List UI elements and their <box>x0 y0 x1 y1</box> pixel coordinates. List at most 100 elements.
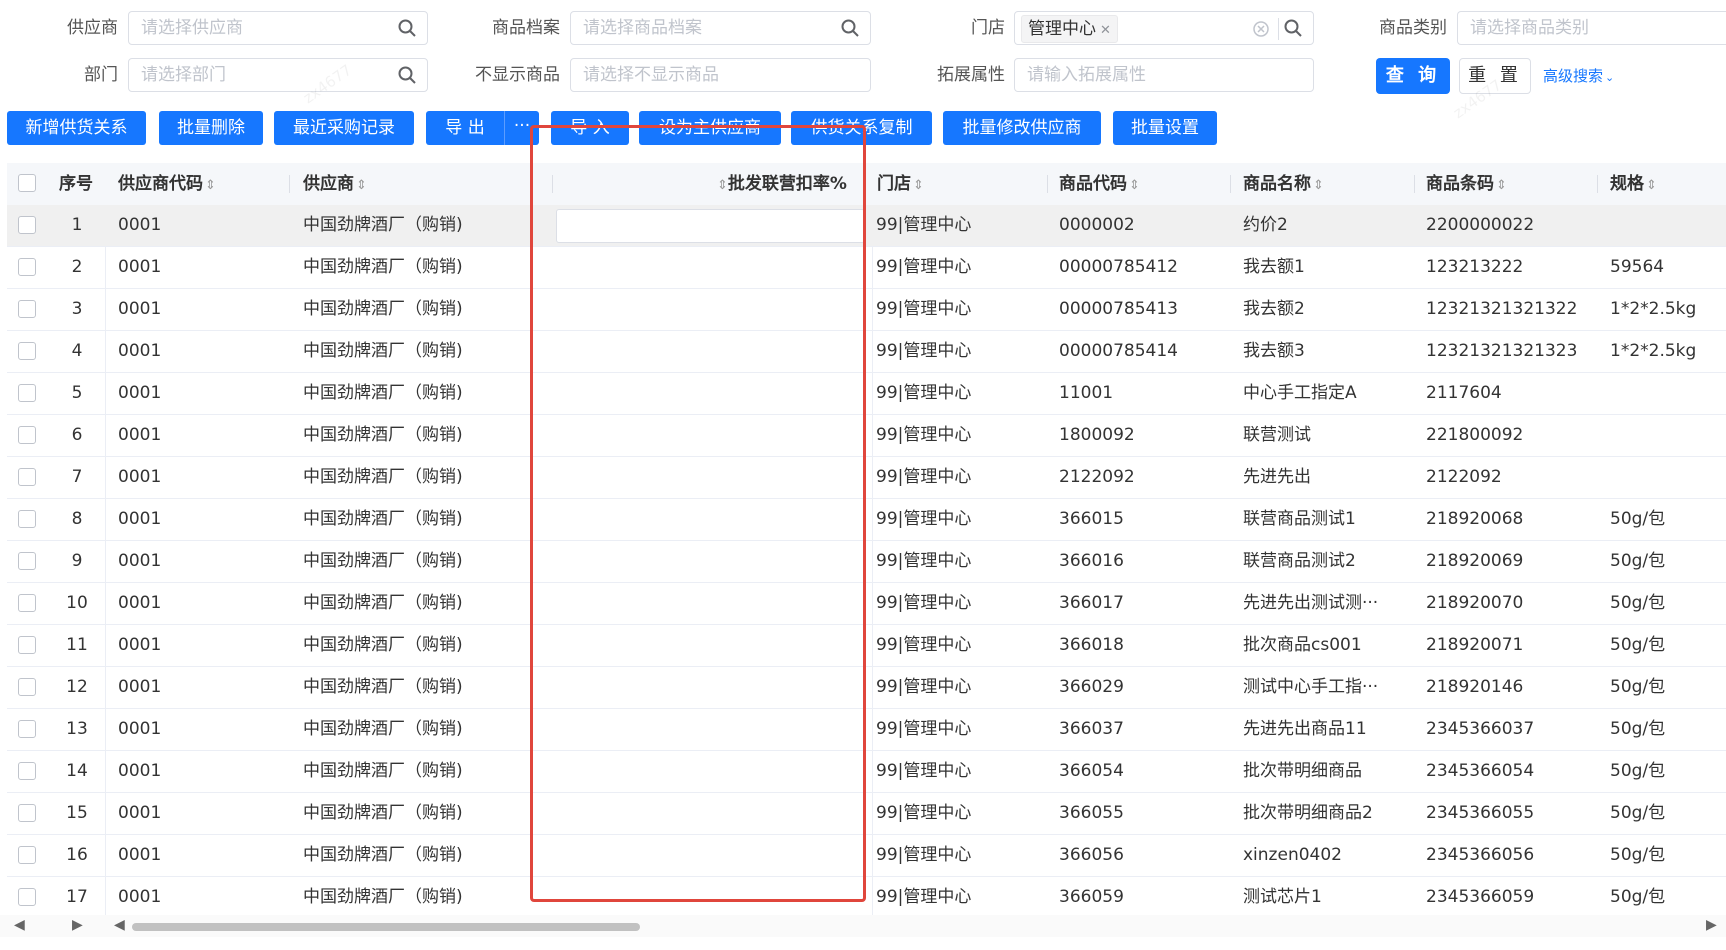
table-row[interactable]: 4 0001 中国劲牌酒厂（购销) 99|管理中心 00000785414 我去额3 123… <box>7 331 1726 373</box>
row-checkbox[interactable] <box>18 636 36 654</box>
header-spec[interactable]: 规格 ⇕ <box>1610 163 1657 205</box>
cell-barcode: 123213222 <box>1426 257 1524 277</box>
table-row[interactable]: 12 0001 中国劲牌酒厂（购销) 99|管理中心 366029 测试中心手工指··· 2… <box>7 667 1726 709</box>
reset-button[interactable]: 重 置 <box>1459 58 1531 94</box>
recent-purchase-button[interactable]: 最近采购记录 <box>274 111 414 145</box>
row-checkbox[interactable] <box>18 678 36 696</box>
add-supply-relation-button[interactable]: 新增供货关系 <box>7 111 146 145</box>
import-button[interactable]: 导 入 <box>551 111 629 145</box>
scroll-left-icon[interactable]: ◀ <box>114 917 125 933</box>
scroll-right-icon[interactable]: ▶ <box>1706 917 1717 933</box>
header-product-code-label: 商品代码 <box>1059 174 1127 194</box>
set-main-supplier-button[interactable]: 设为主供应商 <box>639 111 781 145</box>
sort-icon[interactable]: ⇕ <box>1129 178 1140 193</box>
header-supplier-code[interactable]: 供应商代码 ⇕ <box>118 163 216 205</box>
close-icon[interactable]: ✕ <box>1100 23 1111 38</box>
search-icon[interactable] <box>840 18 860 38</box>
batch-edit-supplier-button[interactable]: 批量修改供应商 <box>943 111 1101 145</box>
row-checkbox[interactable] <box>18 258 36 276</box>
scroll-thumb[interactable] <box>132 923 640 931</box>
header-supplier[interactable]: 供应商 ⇕ <box>303 163 367 205</box>
header-barcode[interactable]: 商品条码 ⇕ <box>1426 163 1507 205</box>
row-checkbox[interactable] <box>18 762 36 780</box>
table-row[interactable]: 16 0001 中国劲牌酒厂（购销) 99|管理中心 366056 xinzen0402 2… <box>7 835 1726 877</box>
row-checkbox[interactable] <box>18 846 36 864</box>
row-checkbox[interactable] <box>18 342 36 360</box>
search-icon[interactable] <box>397 18 417 38</box>
cell-barcode: 218920069 <box>1426 551 1524 571</box>
ext-attr-input[interactable]: 请输入拓展属性 <box>1014 58 1314 92</box>
sort-icon[interactable]: ⇕ <box>205 178 216 193</box>
row-checkbox[interactable] <box>18 426 36 444</box>
scroll-right-icon[interactable]: ▶ <box>72 917 83 933</box>
table-row[interactable]: 3 0001 中国劲牌酒厂（购销) 99|管理中心 00000785413 我去额2 123… <box>7 289 1726 331</box>
table-row[interactable]: 5 0001 中国劲牌酒厂（购销) 99|管理中心 11001 中心手工指定A 211760… <box>7 373 1726 415</box>
table-row[interactable]: 17 0001 中国劲牌酒厂（购销) 99|管理中心 366059 测试芯片1 234536… <box>7 877 1726 919</box>
cell-supplier: 中国劲牌酒厂（购销) <box>303 635 463 655</box>
store-select[interactable]: 管理中心 ✕ <box>1014 11 1314 45</box>
query-button[interactable]: 查 询 <box>1376 58 1450 94</box>
horizontal-scrollbar[interactable]: ◀ ▶ ◀ ▶ <box>0 915 1726 937</box>
sort-icon[interactable]: ⇕ <box>356 178 367 193</box>
hidden-products-select[interactable]: 请选择不显示商品 <box>570 58 871 92</box>
header-product-code[interactable]: 商品代码 ⇕ <box>1059 163 1140 205</box>
cell-product-name: 我去额2 <box>1243 299 1305 319</box>
table-row[interactable]: 13 0001 中国劲牌酒厂（购销) 99|管理中心 366037 先进先出商品11 234… <box>7 709 1726 751</box>
cell-barcode: 221800092 <box>1426 425 1524 445</box>
sort-icon[interactable]: ⇕ <box>1496 178 1507 193</box>
cell-spec: 50g/包 <box>1610 635 1666 655</box>
table-row[interactable]: 6 0001 中国劲牌酒厂（购销) 99|管理中心 1800092 联营测试 2218000… <box>7 415 1726 457</box>
row-checkbox[interactable] <box>18 468 36 486</box>
sort-icon[interactable]: ⇕ <box>717 178 728 193</box>
cell-supplier-code: 0001 <box>118 803 162 823</box>
copy-supply-relation-button[interactable]: 供货关系复制 <box>791 111 932 145</box>
header-store[interactable]: 门店 ⇕ <box>877 163 924 205</box>
sort-icon[interactable]: ⇕ <box>913 178 924 193</box>
row-checkbox[interactable] <box>18 300 36 318</box>
row-checkbox[interactable] <box>18 720 36 738</box>
table-row[interactable]: 11 0001 中国劲牌酒厂（购销) 99|管理中心 366018 批次商品cs001 21… <box>7 625 1726 667</box>
batch-settings-button[interactable]: 批量设置 <box>1113 111 1217 145</box>
table-row[interactable]: 8 0001 中国劲牌酒厂（购销) 99|管理中心 366015 联营商品测试1 21892… <box>7 499 1726 541</box>
table-row[interactable]: 10 0001 中国劲牌酒厂（购销) 99|管理中心 366017 先进先出测试测··· 2… <box>7 583 1726 625</box>
scroll-left-icon[interactable]: ◀ <box>14 917 25 933</box>
export-more-button[interactable]: ··· <box>504 111 539 145</box>
search-icon[interactable] <box>397 65 417 85</box>
supplier-label: 供应商 <box>67 18 118 38</box>
row-checkbox[interactable] <box>18 384 36 402</box>
batch-delete-button[interactable]: 批量删除 <box>159 111 263 145</box>
row-checkbox[interactable] <box>18 594 36 612</box>
supplier-select[interactable]: 请选择供应商 <box>128 11 428 45</box>
category-label: 商品类别 <box>1379 18 1447 38</box>
advanced-search-link[interactable]: 高级搜索 ⌄ <box>1543 58 1614 96</box>
product-archive-select[interactable]: 请选择商品档案 <box>570 11 871 45</box>
row-checkbox[interactable] <box>18 552 36 570</box>
select-all-checkbox[interactable] <box>18 174 36 192</box>
row-checkbox[interactable] <box>18 888 36 906</box>
row-checkbox[interactable] <box>18 216 36 234</box>
cell-spec: 50g/包 <box>1610 845 1666 865</box>
sort-icon[interactable]: ⇕ <box>1313 178 1324 193</box>
sort-icon[interactable]: ⇕ <box>1646 178 1657 193</box>
table-row[interactable]: 7 0001 中国劲牌酒厂（购销) 99|管理中心 2122092 先进先出 2122092 <box>7 457 1726 499</box>
header-product-name[interactable]: 商品名称 ⇕ <box>1243 163 1324 205</box>
table-row[interactable]: 9 0001 中国劲牌酒厂（购销) 99|管理中心 366016 联营商品测试2 21892… <box>7 541 1726 583</box>
cell-supplier: 中国劲牌酒厂（购销) <box>303 425 463 445</box>
department-select[interactable]: 请选择部门 <box>128 58 428 92</box>
cell-supplier: 中国劲牌酒厂（购销) <box>303 509 463 529</box>
cell-store: 99|管理中心 <box>876 551 972 571</box>
category-select[interactable]: 请选择商品类别 <box>1457 11 1726 45</box>
header-wholesale-rate[interactable]: ⇕批发联营扣率% <box>715 163 847 205</box>
wholesale-rate-input[interactable] <box>556 209 865 243</box>
search-icon[interactable] <box>1283 18 1303 38</box>
row-checkbox[interactable] <box>18 510 36 528</box>
table-row[interactable]: 14 0001 中国劲牌酒厂（购销) 99|管理中心 366054 批次带明细商品 2345… <box>7 751 1726 793</box>
table-row[interactable]: 15 0001 中国劲牌酒厂（购销) 99|管理中心 366055 批次带明细商品2 234… <box>7 793 1726 835</box>
row-checkbox[interactable] <box>18 804 36 822</box>
table-row[interactable]: 2 0001 中国劲牌酒厂（购销) 99|管理中心 00000785412 我去额1 123… <box>7 247 1726 289</box>
table-row[interactable]: 1 0001 中国劲牌酒厂（购销) 99|管理中心 0000002 约价2 22000000… <box>7 205 1726 247</box>
cell-store: 99|管理中心 <box>876 887 972 907</box>
clear-icon[interactable] <box>1253 21 1269 37</box>
cell-supplier-code: 0001 <box>118 299 162 319</box>
export-button[interactable]: 导 出 <box>426 111 504 145</box>
